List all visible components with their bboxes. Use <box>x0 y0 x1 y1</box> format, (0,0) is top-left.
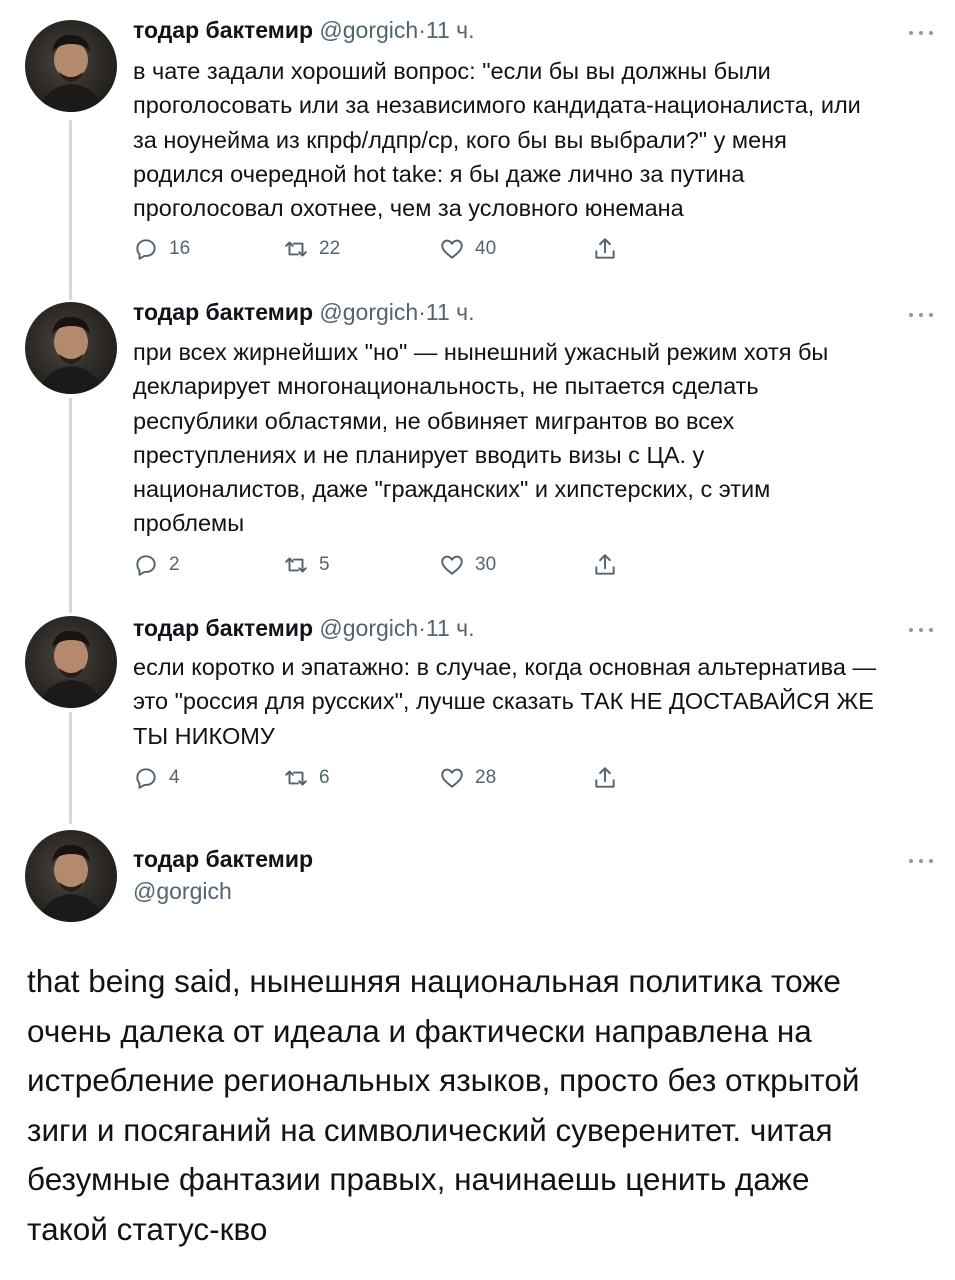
focal-tweet-text: that being said, нынешняя национальная п… <box>27 963 860 1247</box>
reply-icon <box>136 239 156 260</box>
heart-icon <box>441 239 463 259</box>
more-icon[interactable] <box>909 626 933 634</box>
reply-count: 2 <box>169 554 180 575</box>
author-handle[interactable]: @gorgich <box>319 299 418 325</box>
author-name[interactable]: тодар бактемир <box>133 299 313 325</box>
share-icon <box>595 554 615 575</box>
avatar[interactable] <box>25 302 117 394</box>
like-count: 40 <box>475 238 497 259</box>
avatar[interactable] <box>25 20 117 112</box>
reply-button[interactable]: 4 <box>133 763 180 793</box>
separator-dot: · <box>418 615 426 641</box>
like-count: 28 <box>475 767 497 788</box>
retweet-button[interactable]: 5 <box>283 550 330 580</box>
like-button[interactable]: 30 <box>439 550 496 580</box>
share-button[interactable] <box>592 550 618 580</box>
tweet-time[interactable]: 11 ч. <box>426 615 475 641</box>
retweet-count: 6 <box>319 767 330 788</box>
author-handle[interactable]: @gorgich <box>133 878 313 905</box>
avatar-photo <box>39 844 103 922</box>
tweet-actions: 2 5 30 <box>133 550 633 580</box>
tweet-header: тодар бактемир @gorgich·11 ч. <box>133 17 475 44</box>
avatar-photo <box>39 630 103 708</box>
retweet-button[interactable]: 6 <box>283 763 330 793</box>
avatar[interactable] <box>25 830 117 922</box>
retweet-icon <box>285 241 307 257</box>
author-name[interactable]: тодар бактемир <box>133 846 313 878</box>
focal-header: тодар бактемир @gorgich <box>133 846 313 905</box>
retweet-icon <box>285 557 307 573</box>
separator-dot: · <box>418 17 426 43</box>
avatar[interactable] <box>25 616 117 708</box>
separator-dot: · <box>418 299 426 325</box>
tweet-text: при всех жирнейших "но" — нынешний ужасн… <box>133 339 829 537</box>
tweet[interactable]: тодар бактемир @gorgich·11 ч. если корот… <box>0 610 955 820</box>
tweet-time[interactable]: 11 ч. <box>426 17 475 43</box>
retweet-icon <box>285 770 307 786</box>
author-name[interactable]: тодар бактемир <box>133 615 313 641</box>
heart-icon <box>441 555 463 575</box>
reply-icon <box>136 555 156 576</box>
tweet-text: если коротко и эпатажно: в случае, когда… <box>133 654 876 749</box>
tweet-header: тодар бактемир @gorgich·11 ч. <box>133 299 475 326</box>
retweet-count: 5 <box>319 554 330 575</box>
share-button[interactable] <box>592 234 618 264</box>
like-button[interactable]: 40 <box>439 234 496 264</box>
more-icon[interactable] <box>909 311 933 319</box>
share-icon <box>595 238 615 259</box>
reply-icon <box>136 768 156 789</box>
avatar-photo <box>39 34 103 112</box>
like-button[interactable]: 28 <box>439 763 496 793</box>
like-count: 30 <box>475 554 497 575</box>
reply-button[interactable]: 16 <box>133 234 190 264</box>
tweet-actions: 16 22 40 <box>133 234 633 264</box>
reply-count: 16 <box>169 238 191 259</box>
retweet-count: 22 <box>319 238 341 259</box>
more-icon[interactable] <box>909 29 933 37</box>
tweet-actions: 4 6 28 <box>133 763 633 793</box>
author-name[interactable]: тодар бактемир <box>133 17 313 43</box>
tweet[interactable]: тодар бактемир @gorgich·11 ч. при всех ж… <box>0 290 955 610</box>
reply-count: 4 <box>169 767 180 788</box>
tweet-text: в чате задали хороший вопрос: "если бы в… <box>133 58 861 222</box>
share-icon <box>595 767 615 788</box>
heart-icon <box>441 768 463 788</box>
author-handle[interactable]: @gorgich <box>319 17 418 43</box>
more-icon[interactable] <box>909 857 933 865</box>
tweet-time[interactable]: 11 ч. <box>426 299 475 325</box>
retweet-button[interactable]: 22 <box>283 234 340 264</box>
tweet[interactable]: тодар бактемир @gorgich·11 ч. в чате зад… <box>0 0 955 290</box>
reply-button[interactable]: 2 <box>133 550 180 580</box>
avatar-photo <box>39 316 103 394</box>
tweet-header: тодар бактемир @gorgich·11 ч. <box>133 615 475 642</box>
share-button[interactable] <box>592 763 618 793</box>
author-handle[interactable]: @gorgich <box>319 615 418 641</box>
